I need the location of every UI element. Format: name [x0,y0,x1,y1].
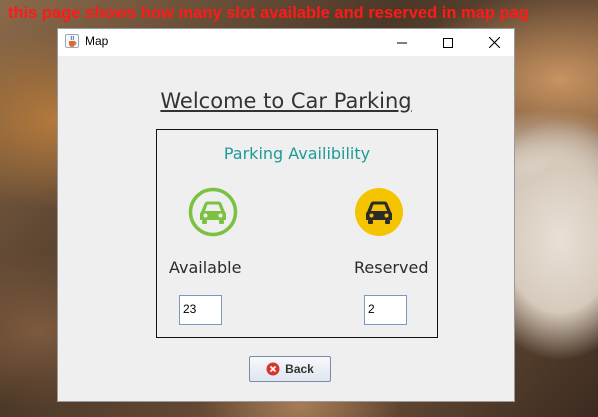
maximize-button[interactable] [425,29,471,56]
close-icon [488,37,500,48]
available-car-icon [188,187,238,237]
close-button[interactable] [471,29,517,56]
reserved-car-icon [355,188,403,236]
window-title: Map [85,34,109,48]
minimize-button[interactable] [379,29,425,56]
reserved-label: Reserved [354,258,429,277]
reserved-count-field[interactable]: 2 [364,295,407,325]
java-cup-icon [65,34,79,48]
minimize-icon [397,42,407,43]
map-window: Map Welcome to Car Parking Parking Avail… [57,28,515,402]
cancel-icon [266,362,280,376]
title-bar[interactable]: Map [58,29,514,56]
parking-availability-panel: Parking Availibility Available Reserved … [156,129,438,338]
maximize-icon [443,37,453,48]
annotation-caption: this page shows how many slot available … [8,4,529,22]
available-label: Available [169,258,242,277]
back-button[interactable]: Back [249,356,331,382]
page-title: Welcome to Car Parking [160,89,412,113]
panel-title: Parking Availibility [223,144,371,163]
back-button-label: Back [285,362,314,376]
available-count-field[interactable]: 23 [179,295,222,325]
